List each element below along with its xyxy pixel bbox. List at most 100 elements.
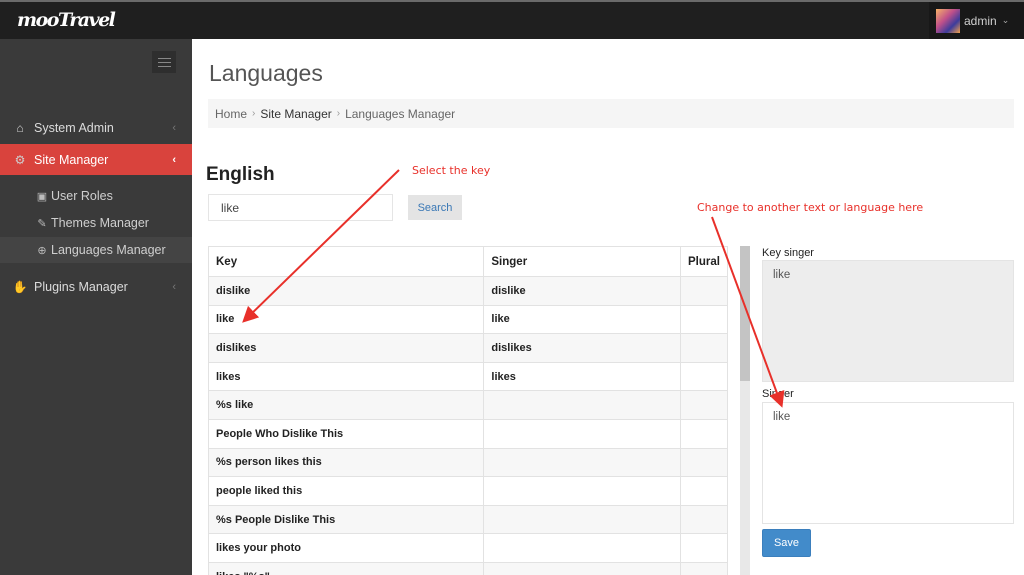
cell-key[interactable]: likes "%s"	[208, 561, 485, 575]
key-singer-label: Key singer	[762, 247, 814, 259]
hamburger-line	[157, 61, 171, 63]
sidebar-item-label: Site Manager	[34, 152, 109, 167]
sidebar-subitem-label: Languages Manager	[51, 243, 166, 257]
keys-table: Key Singer Plural dislike dislike like like…	[208, 246, 728, 575]
cell-key[interactable]: dislikes	[208, 333, 485, 363]
language-title: English	[206, 164, 275, 185]
search-button[interactable]: Search	[408, 195, 462, 220]
cell-plural	[679, 476, 728, 506]
table-row[interactable]: likes your photo	[208, 533, 728, 563]
cell-plural	[679, 390, 728, 420]
table-row[interactable]: %s person likes this	[208, 447, 728, 478]
breadcrumb-current: Languages Manager	[345, 106, 456, 121]
cell-singer: dislikes	[483, 333, 681, 363]
top-navbar: mooTravel admin ⌄	[0, 0, 1024, 39]
cell-plural	[679, 561, 728, 575]
chevron-left-icon: ‹	[172, 153, 176, 166]
sidebar: ⌂ System Admin ‹ ⚙ Site Manager ‹ ▣ User…	[0, 39, 192, 575]
table-header-row: Key Singer Plural	[208, 246, 728, 277]
sidebar-item-site-manager[interactable]: ⚙ Site Manager ‹	[0, 144, 192, 175]
chevron-left-icon: ‹	[172, 121, 176, 134]
cell-singer	[483, 418, 681, 449]
cell-singer	[483, 447, 681, 478]
chevron-left-icon: ‹	[172, 280, 176, 293]
cell-singer: dislike	[483, 276, 681, 306]
plug-icon: ✋	[12, 279, 28, 294]
table-scrollbar[interactable]	[740, 246, 750, 575]
search-input[interactable]	[208, 194, 393, 221]
cell-key[interactable]: likes your photo	[208, 533, 485, 563]
page-title: Languages	[209, 60, 323, 86]
cell-plural	[679, 447, 728, 478]
sidebar-item-plugins-manager[interactable]: ✋ Plugins Manager ‹	[0, 271, 192, 302]
cell-plural	[679, 276, 728, 306]
cell-key[interactable]: People Who Dislike This	[208, 418, 485, 449]
annotation-change-text: Change to another text or language here	[697, 201, 924, 214]
rocket-icon: ✎	[37, 217, 47, 230]
cell-singer: like	[483, 304, 681, 335]
cell-plural	[679, 333, 728, 363]
table-row[interactable]: likes likes	[208, 361, 728, 392]
cell-singer	[483, 533, 681, 563]
chevron-down-icon: ⌄	[1001, 15, 1010, 25]
table-row[interactable]: dislike dislike	[208, 276, 728, 306]
annotation-select-key: Select the key	[412, 164, 491, 177]
sidebar-subitem-label: User Roles	[51, 189, 113, 203]
cell-plural	[679, 533, 728, 563]
column-header-plural: Plural	[679, 246, 728, 277]
avatar	[936, 8, 960, 33]
breadcrumb-site-manager[interactable]: Site Manager	[260, 107, 331, 121]
cell-key[interactable]: %s People Dislike This	[208, 504, 485, 535]
table-row[interactable]: %s like	[208, 390, 728, 420]
cell-singer	[483, 390, 681, 420]
cell-key[interactable]: dislike	[208, 276, 485, 306]
cell-key[interactable]: %s person likes this	[208, 447, 485, 478]
save-button[interactable]: Save	[762, 529, 811, 557]
hamburger-line	[157, 57, 171, 59]
table-row[interactable]: people liked this	[208, 476, 728, 506]
sidebar-subitem-languages-manager[interactable]: ⊕ Languages Manager	[0, 237, 192, 263]
table-row[interactable]: People Who Dislike This	[208, 418, 728, 449]
breadcrumb-home[interactable]: Home	[215, 107, 247, 121]
app-logo[interactable]: mooTravel	[17, 9, 116, 31]
breadcrumb-separator: ›	[252, 108, 256, 119]
gears-icon: ⚙	[14, 152, 26, 167]
cell-singer	[483, 504, 681, 535]
user-menu[interactable]: admin ⌄	[929, 2, 1024, 39]
sidebar-subitem-label: Themes Manager	[51, 216, 149, 230]
scrollbar-thumb[interactable]	[740, 246, 750, 381]
cell-plural	[679, 361, 728, 392]
singer-label: Singer	[762, 388, 794, 400]
sidebar-subitem-user-roles[interactable]: ▣ User Roles	[0, 183, 192, 209]
table-row[interactable]: %s People Dislike This	[208, 504, 728, 535]
home-icon: ⌂	[16, 120, 24, 135]
key-singer-field: like	[762, 260, 1014, 382]
breadcrumb: Home › Site Manager › Languages Manager	[208, 99, 1014, 128]
cell-plural	[679, 304, 728, 335]
sidebar-item-label: System Admin	[34, 120, 114, 135]
singer-field[interactable]: like	[762, 402, 1014, 524]
cell-singer: likes	[483, 361, 681, 392]
sidebar-toggle-button[interactable]	[152, 51, 176, 73]
sidebar-subitem-themes-manager[interactable]: ✎ Themes Manager	[0, 210, 192, 236]
sidebar-item-label: Plugins Manager	[34, 279, 128, 294]
cell-plural	[679, 504, 728, 535]
sidebar-item-system-admin[interactable]: ⌂ System Admin ‹	[0, 112, 192, 143]
column-header-singer: Singer	[483, 246, 681, 277]
cell-plural	[679, 418, 728, 449]
cell-key[interactable]: likes	[208, 361, 485, 392]
hamburger-line	[157, 65, 171, 67]
globe-icon: ⊕	[37, 244, 47, 257]
cell-key[interactable]: %s like	[208, 390, 485, 420]
table-row[interactable]: likes "%s"	[208, 561, 728, 575]
cell-singer	[483, 476, 681, 506]
cell-key[interactable]: people liked this	[208, 476, 485, 506]
briefcase-icon: ▣	[36, 190, 48, 203]
user-name: admin	[964, 13, 997, 28]
column-header-key: Key	[208, 246, 485, 277]
table-row[interactable]: dislikes dislikes	[208, 333, 728, 363]
cell-key[interactable]: like	[208, 304, 485, 335]
breadcrumb-separator: ›	[336, 108, 341, 119]
table-row[interactable]: like like	[208, 304, 728, 335]
cell-singer	[483, 561, 681, 575]
